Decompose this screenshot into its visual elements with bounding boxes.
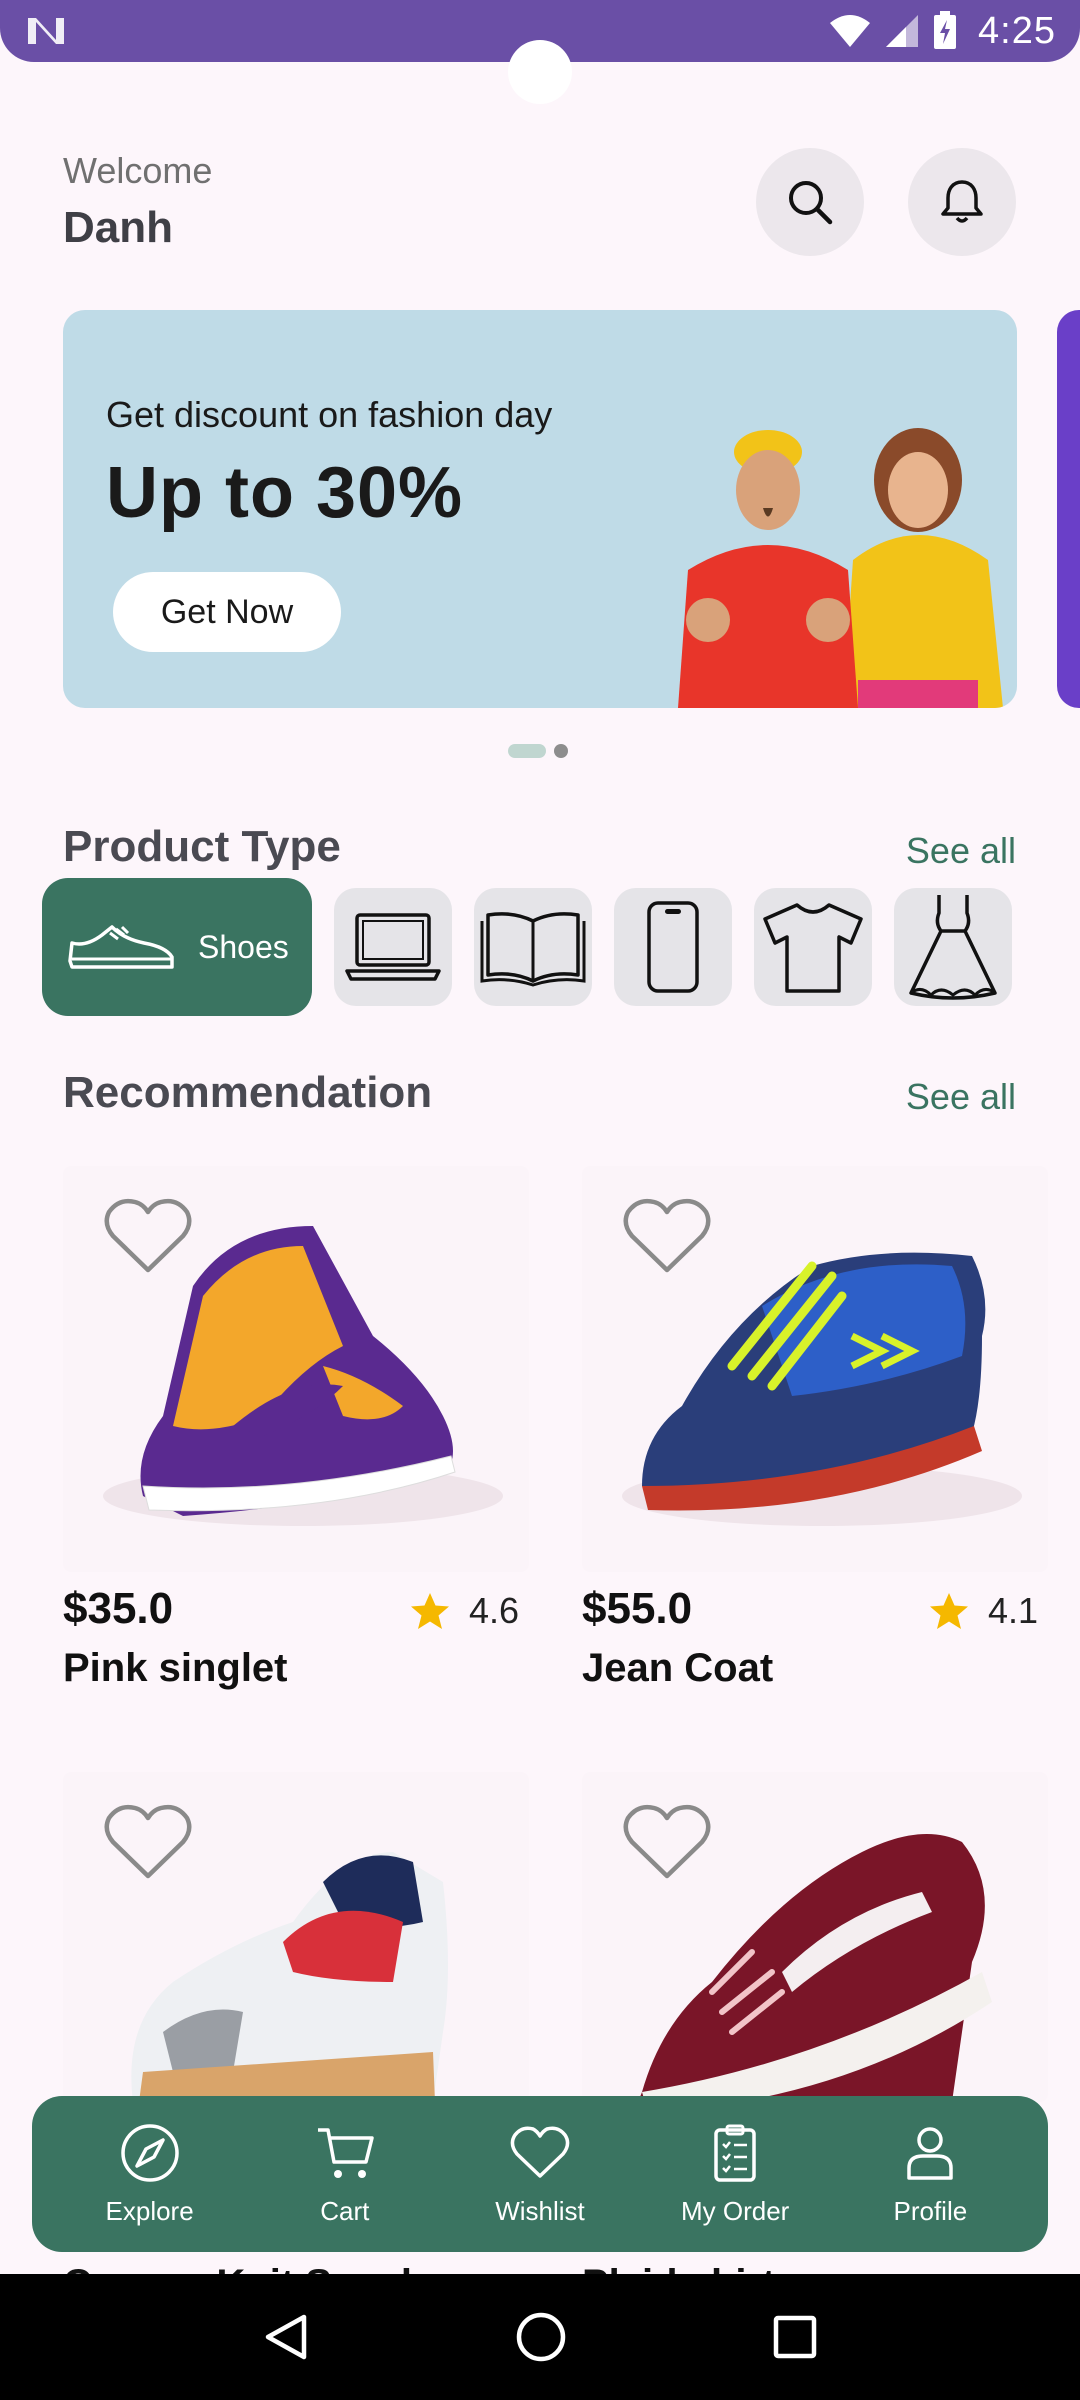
next-banner-peek[interactable]	[1057, 310, 1080, 708]
star-icon	[929, 1593, 968, 1629]
status-time: 4:25	[978, 9, 1056, 52]
category-dresses[interactable]	[894, 888, 1012, 1006]
pagination-dot	[554, 744, 568, 758]
wifi-icon	[830, 15, 871, 47]
product-name: Pink singlet	[63, 1646, 288, 1690]
cart-icon	[317, 2127, 374, 2178]
wishlist-heart-icon[interactable]	[103, 1196, 193, 1276]
notification-button[interactable]	[908, 148, 1016, 256]
bottom-navigation: Explore Cart Wishlist My Order Profile	[32, 2096, 1048, 2252]
product-rating: 4.1	[928, 1590, 1038, 1632]
nav-cart[interactable]: Cart	[255, 2122, 435, 2227]
home-icon[interactable]	[514, 2310, 568, 2364]
banner-subtitle: Get discount on fashion day	[106, 394, 553, 435]
nav-profile[interactable]: Profile	[840, 2122, 1020, 2227]
pagination-dot-active	[508, 744, 546, 758]
nav-label: My Order	[680, 2195, 790, 2226]
shoe-icon	[68, 925, 174, 969]
recommendation-title: Recommendation	[63, 1068, 433, 1117]
product-name: Jean Coat	[582, 1646, 774, 1690]
promo-banner[interactable]: Get discount on fashion day Up to 30% Ge…	[63, 310, 1017, 708]
bell-icon	[941, 180, 983, 223]
nav-label: Explore	[105, 2195, 194, 2226]
compass-icon	[120, 2123, 179, 2182]
system-navigation-bar	[0, 2274, 1080, 2400]
category-phones[interactable]	[614, 888, 732, 1006]
product-type-title: Product Type	[63, 822, 341, 871]
nav-label: Cart	[320, 2195, 370, 2226]
wishlist-heart-icon[interactable]	[622, 1802, 712, 1882]
profile-icon	[907, 2126, 954, 2180]
recents-icon[interactable]	[772, 2314, 818, 2360]
recommendation-see-all[interactable]: See all	[906, 1076, 1016, 1118]
camera-cutout	[508, 40, 572, 104]
nav-label: Wishlist	[495, 2195, 585, 2226]
product-type-see-all[interactable]: See all	[906, 830, 1016, 872]
app-logo-icon	[28, 18, 64, 44]
product-rating: 4.6	[409, 1590, 519, 1632]
rating-value: 4.1	[987, 1590, 1038, 1631]
category-shirts[interactable]	[754, 888, 872, 1006]
wishlist-heart-icon[interactable]	[622, 1196, 712, 1276]
nav-explore[interactable]: Explore	[60, 2122, 240, 2227]
category-label: Shoes	[198, 928, 289, 965]
product-card[interactable]	[63, 1772, 529, 2102]
rating-value: 4.6	[468, 1590, 519, 1631]
book-icon	[480, 912, 586, 987]
product-price: $55.0	[582, 1584, 693, 1633]
nav-wishlist[interactable]: Wishlist	[450, 2122, 630, 2227]
category-shoes[interactable]: Shoes	[42, 878, 312, 1016]
back-icon[interactable]	[262, 2311, 310, 2363]
banner-headline: Up to 30%	[106, 453, 464, 533]
tshirt-icon	[763, 903, 863, 993]
battery-icon	[934, 11, 957, 49]
nav-label: Profile	[893, 2195, 968, 2226]
welcome-label: Welcome	[63, 150, 213, 191]
star-icon	[410, 1593, 449, 1629]
signal-icon	[886, 15, 919, 47]
clipboard-icon	[714, 2124, 756, 2182]
category-books[interactable]	[474, 888, 592, 1006]
username: Danh	[63, 203, 173, 252]
search-button[interactable]	[756, 148, 864, 256]
category-laptops[interactable]	[334, 888, 452, 1006]
category-list: Shoes	[42, 878, 1012, 1016]
phone-icon	[647, 901, 699, 993]
banner-pagination	[508, 744, 568, 758]
dress-icon	[909, 895, 997, 1000]
heart-icon	[510, 2126, 570, 2178]
laptop-icon	[345, 913, 441, 981]
get-now-button[interactable]: Get Now	[113, 572, 341, 652]
banner-people-image	[678, 428, 1003, 708]
product-price: $35.0	[63, 1584, 174, 1633]
search-icon	[789, 181, 833, 225]
wishlist-heart-icon[interactable]	[103, 1802, 193, 1882]
nav-my-order[interactable]: My Order	[645, 2122, 825, 2227]
product-card[interactable]	[582, 1772, 1048, 2102]
